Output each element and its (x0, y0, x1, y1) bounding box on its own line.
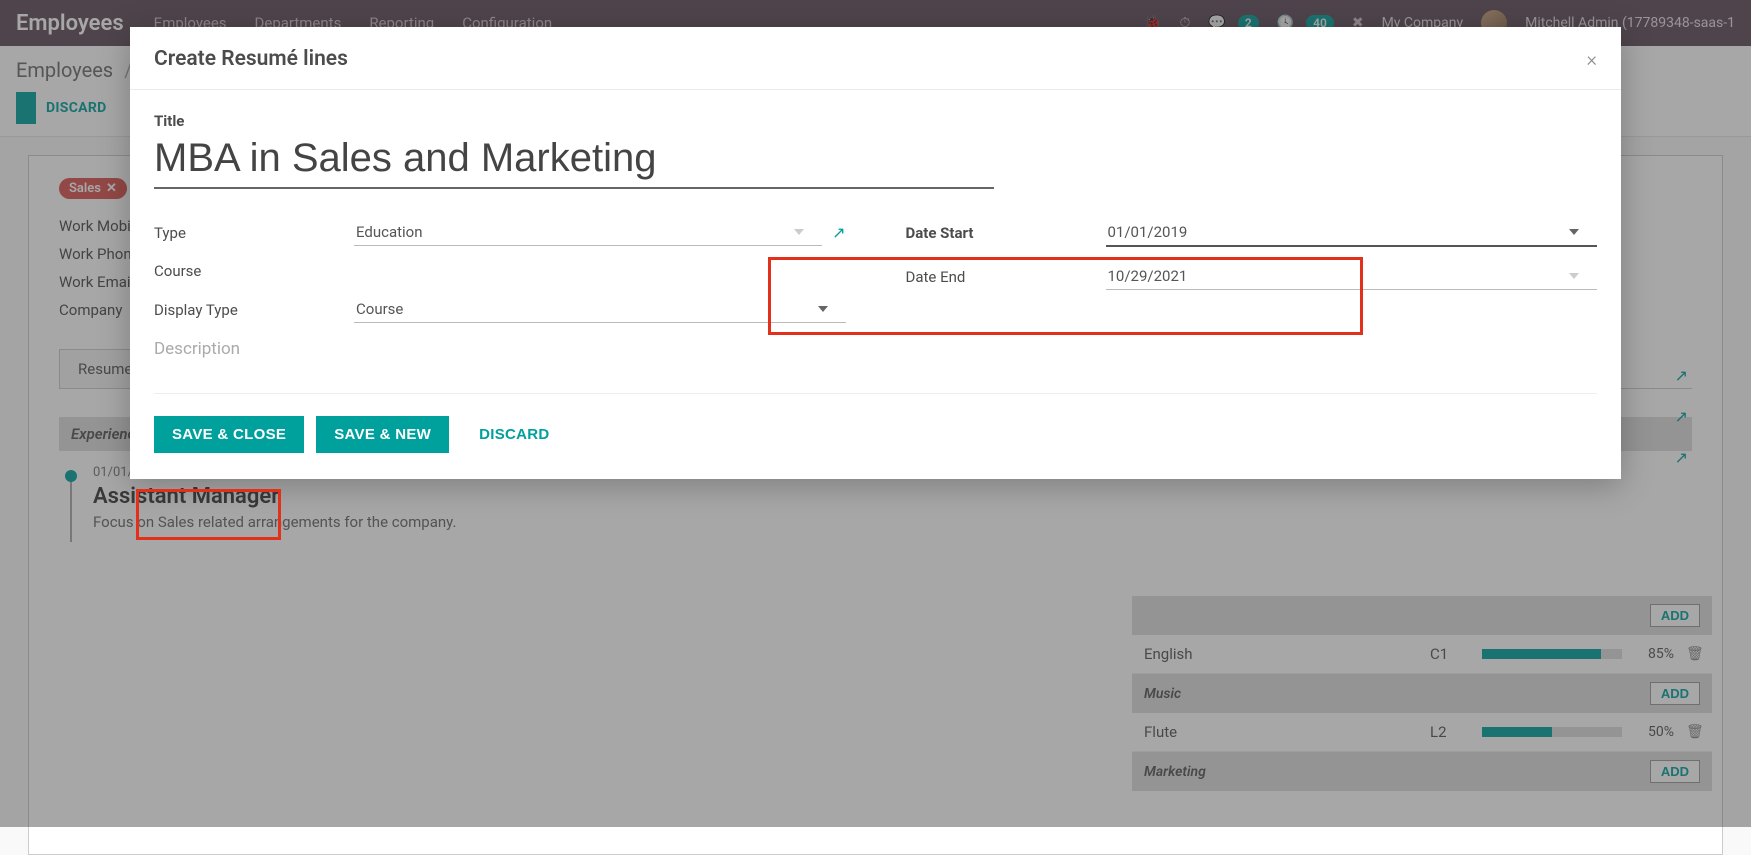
external-link-icon[interactable]: ↗ (832, 223, 845, 242)
title-input[interactable] (154, 136, 994, 181)
chevron-down-icon (1569, 273, 1579, 279)
modal-header: Create Resumé lines × (130, 27, 1621, 90)
label-date-start: Date Start (906, 224, 1106, 242)
label-title: Title (154, 112, 1597, 130)
modal-body: Title Type Education ↗ Course Display (130, 90, 1621, 393)
date-start-input[interactable]: 01/01/2019 (1106, 219, 1598, 247)
modal-title: Create Resumé lines (154, 47, 348, 71)
display-type-select[interactable]: Course (354, 296, 846, 323)
close-icon[interactable]: × (1587, 47, 1597, 71)
date-end-value: 10/29/2021 (1108, 267, 1188, 285)
chevron-down-icon (794, 229, 804, 235)
save-close-button[interactable]: SAVE & CLOSE (154, 416, 304, 453)
date-start-value: 01/01/2019 (1108, 223, 1188, 241)
modal-right-column: Date Start 01/01/2019 Date End 10/29/202… (906, 219, 1598, 383)
label-date-end: Date End (906, 268, 1106, 286)
chevron-down-icon (818, 306, 828, 312)
date-end-input[interactable]: 10/29/2021 (1106, 263, 1598, 290)
type-value: Education (356, 223, 423, 241)
label-type: Type (154, 224, 354, 242)
display-type-value: Course (356, 300, 403, 318)
discard-button[interactable]: DISCARD (461, 416, 567, 453)
description-input[interactable]: Description (154, 339, 846, 359)
modal-footer: SAVE & CLOSE SAVE & NEW DISCARD (130, 394, 1621, 459)
label-course: Course (154, 262, 354, 280)
type-select[interactable]: Education (354, 219, 822, 246)
save-new-button[interactable]: SAVE & NEW (316, 416, 449, 453)
resume-line-modal: Create Resumé lines × Title Type Educati… (130, 27, 1621, 479)
chevron-down-icon (1569, 229, 1579, 235)
title-input-wrap (154, 134, 994, 189)
label-display-type: Display Type (154, 301, 354, 319)
modal-left-column: Type Education ↗ Course Display Type Cou… (154, 219, 846, 383)
